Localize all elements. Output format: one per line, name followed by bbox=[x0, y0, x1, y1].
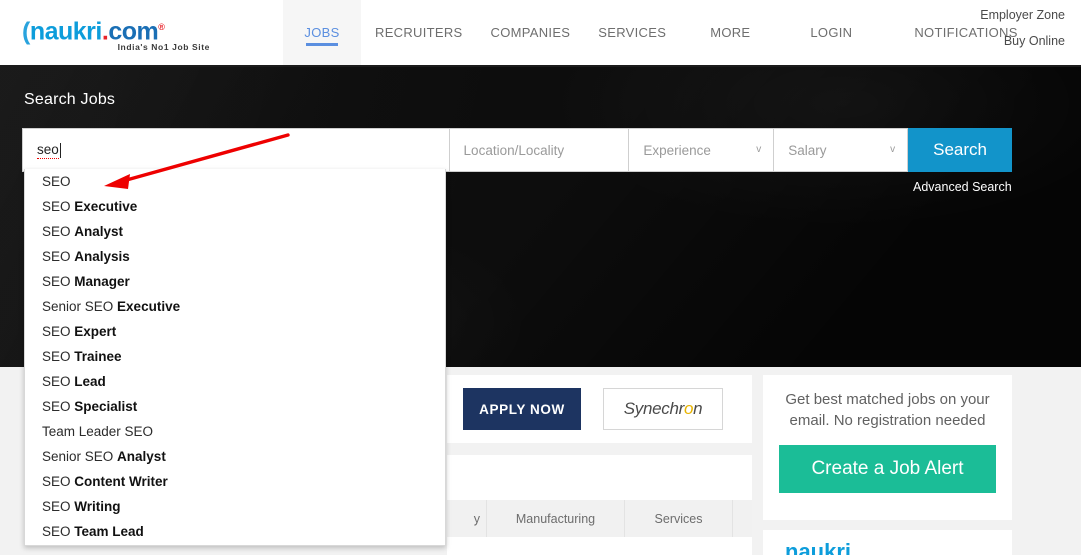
chevron-down-icon: v bbox=[756, 144, 762, 155]
suggestion-bold: Specialist bbox=[74, 399, 138, 414]
advanced-search-link[interactable]: Advanced Search bbox=[913, 180, 1012, 194]
industry-tab-partial[interactable]: y bbox=[447, 500, 487, 537]
footer-logo-text: naukri bbox=[785, 539, 852, 555]
location-placeholder: Location/Locality bbox=[463, 142, 565, 158]
suggestion-plain: SEO bbox=[42, 499, 75, 514]
suggestion-item[interactable]: SEO Content Writer bbox=[25, 469, 445, 494]
employer-zone-link[interactable]: Employer Zone bbox=[980, 8, 1065, 22]
suggestion-plain: SEO bbox=[42, 374, 75, 389]
suggestion-plain: Team Leader SEO bbox=[42, 424, 154, 439]
page-title: Search Jobs bbox=[24, 91, 116, 108]
job-alert-description: Get best matched jobs on your email. No … bbox=[785, 391, 990, 429]
company-logo[interactable]: Synechron bbox=[603, 388, 723, 430]
suggestion-item[interactable]: SEO Analysis bbox=[25, 244, 445, 269]
search-suggestions-dropdown[interactable]: SEO SEO Executive SEO Analyst SEO Analys… bbox=[24, 169, 446, 546]
job-apply-card: APPLY NOW Synechron bbox=[447, 375, 752, 443]
footer-logo-card: naukri bbox=[763, 530, 1012, 555]
logo-registered-icon: ® bbox=[158, 22, 165, 32]
suggestion-plain: SEO bbox=[42, 474, 75, 489]
suggestion-plain: SEO bbox=[42, 399, 75, 414]
suggestion-plain: SEO bbox=[42, 249, 75, 264]
search-button[interactable]: Search bbox=[908, 128, 1012, 172]
job-alert-card: Get best matched jobs on your email. No … bbox=[763, 375, 1012, 520]
buy-online-link[interactable]: Buy Online bbox=[1004, 34, 1065, 48]
suggestion-item[interactable]: SEO Executive bbox=[25, 194, 445, 219]
experience-select[interactable]: Experience v bbox=[628, 128, 774, 172]
industry-tab-services[interactable]: Services bbox=[625, 500, 733, 537]
suggestion-bold: Content Writer bbox=[74, 474, 168, 489]
apply-now-button[interactable]: APPLY NOW bbox=[463, 388, 581, 430]
industry-tab-next[interactable] bbox=[733, 500, 752, 537]
industry-tab-manufacturing[interactable]: Manufacturing bbox=[487, 500, 625, 537]
text-cursor bbox=[59, 142, 61, 158]
page-root: (naukri.com® India's No1 Job Site JOBS R… bbox=[0, 0, 1081, 555]
suggestion-item[interactable]: SEO Team Lead bbox=[25, 519, 445, 544]
suggestion-plain: SEO bbox=[42, 174, 71, 189]
nav-active-underline bbox=[306, 43, 338, 46]
suggestion-item[interactable]: SEO Specialist bbox=[25, 394, 445, 419]
suggestion-bold: Executive bbox=[117, 299, 181, 314]
nav-item-more[interactable]: MORE bbox=[680, 0, 764, 65]
suggestion-plain: SEO bbox=[42, 274, 75, 289]
suggestion-plain: Senior SEO bbox=[42, 299, 118, 314]
keyword-search-value: seo bbox=[37, 141, 59, 159]
suggestion-bold: Executive bbox=[74, 199, 138, 214]
suggestion-bold: Analysis bbox=[74, 249, 130, 264]
suggestion-plain: SEO bbox=[42, 349, 75, 364]
industry-tabs-card: y Manufacturing Services bbox=[447, 455, 752, 555]
suggestion-item[interactable]: SEO Expert bbox=[25, 319, 445, 344]
salary-placeholder: Salary bbox=[788, 142, 827, 158]
nav-label-jobs: JOBS bbox=[304, 25, 340, 40]
suggestion-plain: SEO bbox=[42, 199, 75, 214]
job-search-bar: seo Location/Locality Experience v Salar… bbox=[22, 128, 1012, 172]
suggestion-bold: Trainee bbox=[74, 349, 122, 364]
suggestion-item[interactable]: SEO Writing bbox=[25, 494, 445, 519]
suggestion-bold: Expert bbox=[74, 324, 117, 339]
logo-wordmark: (naukri.com® bbox=[22, 14, 212, 44]
create-job-alert-button[interactable]: Create a Job Alert bbox=[779, 445, 996, 493]
logo-text-naukri: naukri bbox=[29, 17, 103, 46]
logo-swoosh-icon: ( bbox=[22, 17, 30, 46]
nav-item-login[interactable]: LOGIN bbox=[764, 0, 866, 65]
keyword-search-input[interactable]: seo bbox=[22, 128, 449, 172]
location-input[interactable]: Location/Locality bbox=[448, 128, 629, 172]
suggestion-item[interactable]: Senior SEO Analyst bbox=[25, 444, 445, 469]
suggestion-bold: Team Lead bbox=[74, 524, 144, 539]
suggestion-bold: Analyst bbox=[74, 224, 124, 239]
nav-item-recruiters[interactable]: RECRUITERS bbox=[361, 0, 477, 65]
company-logo-text: Synechron bbox=[624, 399, 703, 419]
suggestion-item[interactable]: SEO Trainee bbox=[25, 344, 445, 369]
suggestion-bold: Lead bbox=[74, 374, 106, 389]
company-name-part-a: Synechr bbox=[623, 399, 685, 418]
suggestion-plain: SEO bbox=[42, 224, 75, 239]
nav-item-companies[interactable]: COMPANIES bbox=[477, 0, 585, 65]
suggestion-plain: Senior SEO bbox=[42, 449, 118, 464]
suggestion-bold: Writing bbox=[74, 499, 121, 514]
logo-text-com: com bbox=[108, 17, 159, 46]
suggestion-item[interactable]: SEO Manager bbox=[25, 269, 445, 294]
chevron-down-icon: v bbox=[890, 144, 896, 155]
experience-placeholder: Experience bbox=[643, 142, 711, 158]
industry-tab-row: y Manufacturing Services bbox=[447, 500, 752, 537]
nav-item-services[interactable]: SERVICES bbox=[584, 0, 680, 65]
company-name-highlight: o bbox=[683, 399, 694, 418]
salary-select[interactable]: Salary v bbox=[773, 128, 909, 172]
corner-links: Employer Zone Buy Online bbox=[980, 8, 1065, 48]
suggestion-item[interactable]: SEO bbox=[25, 169, 445, 194]
suggestion-item[interactable]: SEO Lead bbox=[25, 369, 445, 394]
suggestion-item[interactable]: Team Leader SEO bbox=[25, 419, 445, 444]
naukri-logo[interactable]: (naukri.com® India's No1 Job Site bbox=[22, 14, 212, 54]
company-name-part-b: n bbox=[693, 399, 703, 418]
suggestion-item[interactable]: Senior SEO Executive bbox=[25, 294, 445, 319]
suggestion-bold: Analyst bbox=[117, 449, 166, 464]
suggestion-item[interactable]: SEO Analyst bbox=[25, 219, 445, 244]
suggestion-plain: SEO bbox=[42, 324, 75, 339]
site-header: (naukri.com® India's No1 Job Site JOBS R… bbox=[0, 0, 1081, 67]
suggestion-plain: SEO bbox=[42, 524, 75, 539]
main-nav: JOBS RECRUITERS COMPANIES SERVICES MORE … bbox=[283, 0, 1032, 65]
suggestion-bold: Manager bbox=[74, 274, 130, 289]
nav-item-jobs[interactable]: JOBS bbox=[283, 0, 361, 65]
